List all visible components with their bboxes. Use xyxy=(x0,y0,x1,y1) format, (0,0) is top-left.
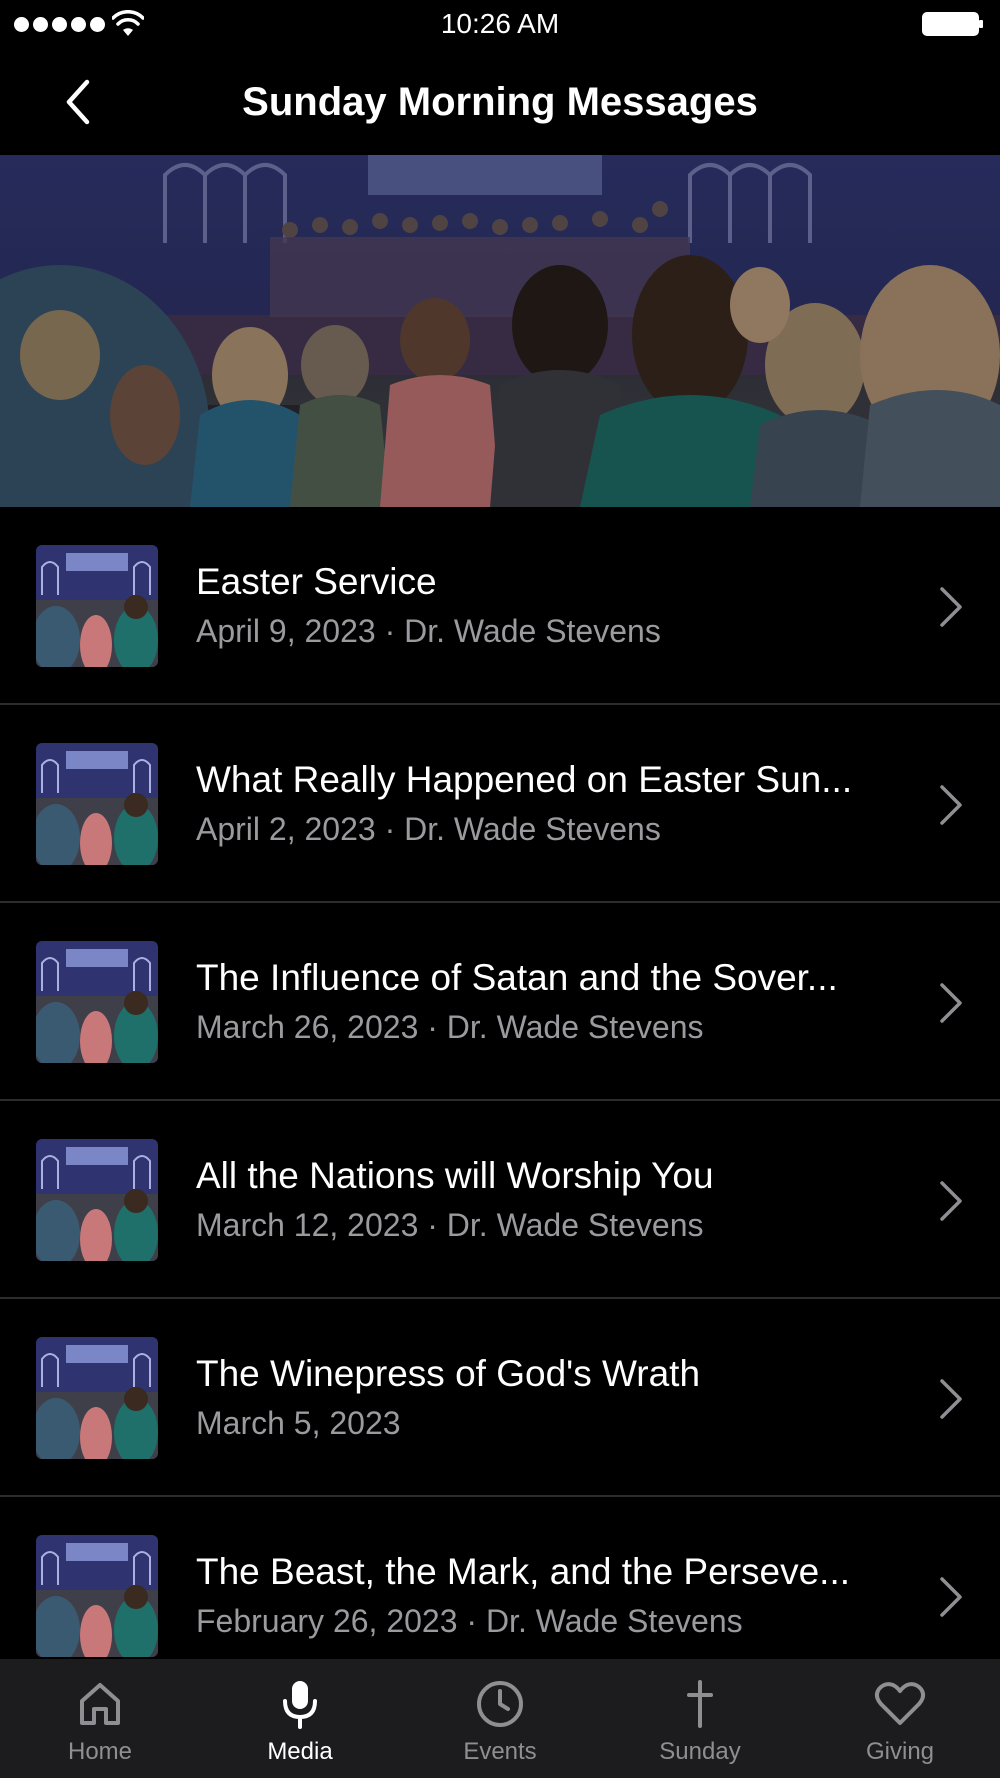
home-icon xyxy=(80,1683,120,1725)
tab-giving[interactable]: Giving xyxy=(800,1659,1000,1778)
list-item[interactable]: Easter Service April 9, 2023 · Dr. Wade … xyxy=(0,507,1000,705)
tab-label: Sunday xyxy=(659,1738,741,1765)
tab-media[interactable]: Media xyxy=(200,1659,400,1778)
message-thumbnail xyxy=(36,743,158,865)
list-item[interactable]: The Beast, the Mark, and the Perseve... … xyxy=(0,1497,1000,1659)
message-thumbnail xyxy=(36,1535,158,1657)
page-title: Sunday Morning Messages xyxy=(242,80,758,124)
microphone-icon xyxy=(283,1681,317,1729)
message-title: The Winepress of God's Wrath xyxy=(196,1353,701,1394)
tab-events[interactable]: Events xyxy=(400,1659,600,1778)
message-thumbnail xyxy=(36,545,158,667)
message-list: Easter Service April 9, 2023 · Dr. Wade … xyxy=(0,507,1000,1659)
message-subtitle: March 12, 2023 · Dr. Wade Stevens xyxy=(196,1207,704,1243)
chevron-right-icon xyxy=(940,1379,962,1419)
chevron-right-icon xyxy=(940,587,962,627)
battery-icon xyxy=(922,12,983,36)
message-subtitle: March 5, 2023 xyxy=(196,1405,401,1441)
message-title: All the Nations will Worship You xyxy=(196,1155,714,1196)
message-thumbnail xyxy=(36,1337,158,1459)
message-title: The Beast, the Mark, and the Perseve... xyxy=(196,1551,851,1592)
message-subtitle: April 2, 2023 · Dr. Wade Stevens xyxy=(196,811,661,847)
message-subtitle: February 26, 2023 · Dr. Wade Stevens xyxy=(196,1603,743,1639)
list-item[interactable]: What Really Happened on Easter Sun... Ap… xyxy=(0,705,1000,903)
tab-sunday[interactable]: Sunday xyxy=(600,1659,800,1778)
heart-icon xyxy=(874,1682,926,1725)
list-item[interactable]: All the Nations will Worship You March 1… xyxy=(0,1101,1000,1299)
clock-icon xyxy=(477,1681,523,1727)
tab-bar: Home Media Events Sunday Giving xyxy=(0,1659,1000,1778)
tab-label: Media xyxy=(267,1738,333,1765)
tab-label: Home xyxy=(67,1738,133,1765)
message-title: What Really Happened on Easter Sun... xyxy=(196,759,853,800)
app-screen: 10:26 AM Sunday Morning Messages Easter … xyxy=(0,0,1000,1778)
status-time: 10:26 AM xyxy=(440,8,560,39)
status-bar: 10:26 AM xyxy=(0,0,1000,50)
list-item[interactable]: The Influence of Satan and the Sover... … xyxy=(0,903,1000,1101)
chevron-right-icon xyxy=(940,785,962,825)
chevron-right-icon xyxy=(940,983,962,1023)
message-subtitle: April 9, 2023 · Dr. Wade Stevens xyxy=(196,613,661,649)
list-item[interactable]: The Winepress of God's Wrath March 5, 20… xyxy=(0,1299,1000,1497)
tab-label: Giving xyxy=(865,1738,935,1765)
message-thumbnail xyxy=(36,1139,158,1261)
cross-icon xyxy=(687,1680,713,1728)
message-title: The Influence of Satan and the Sover... xyxy=(196,957,838,998)
hero-image xyxy=(0,155,1000,507)
navigation-bar: Sunday Morning Messages xyxy=(0,50,1000,155)
message-title: Easter Service xyxy=(196,561,437,602)
chevron-right-icon xyxy=(940,1181,962,1221)
tab-label: Events xyxy=(463,1738,537,1765)
message-subtitle: March 26, 2023 · Dr. Wade Stevens xyxy=(196,1009,704,1045)
message-thumbnail xyxy=(36,941,158,1063)
tab-home[interactable]: Home xyxy=(0,1659,200,1778)
chevron-right-icon xyxy=(940,1577,962,1617)
